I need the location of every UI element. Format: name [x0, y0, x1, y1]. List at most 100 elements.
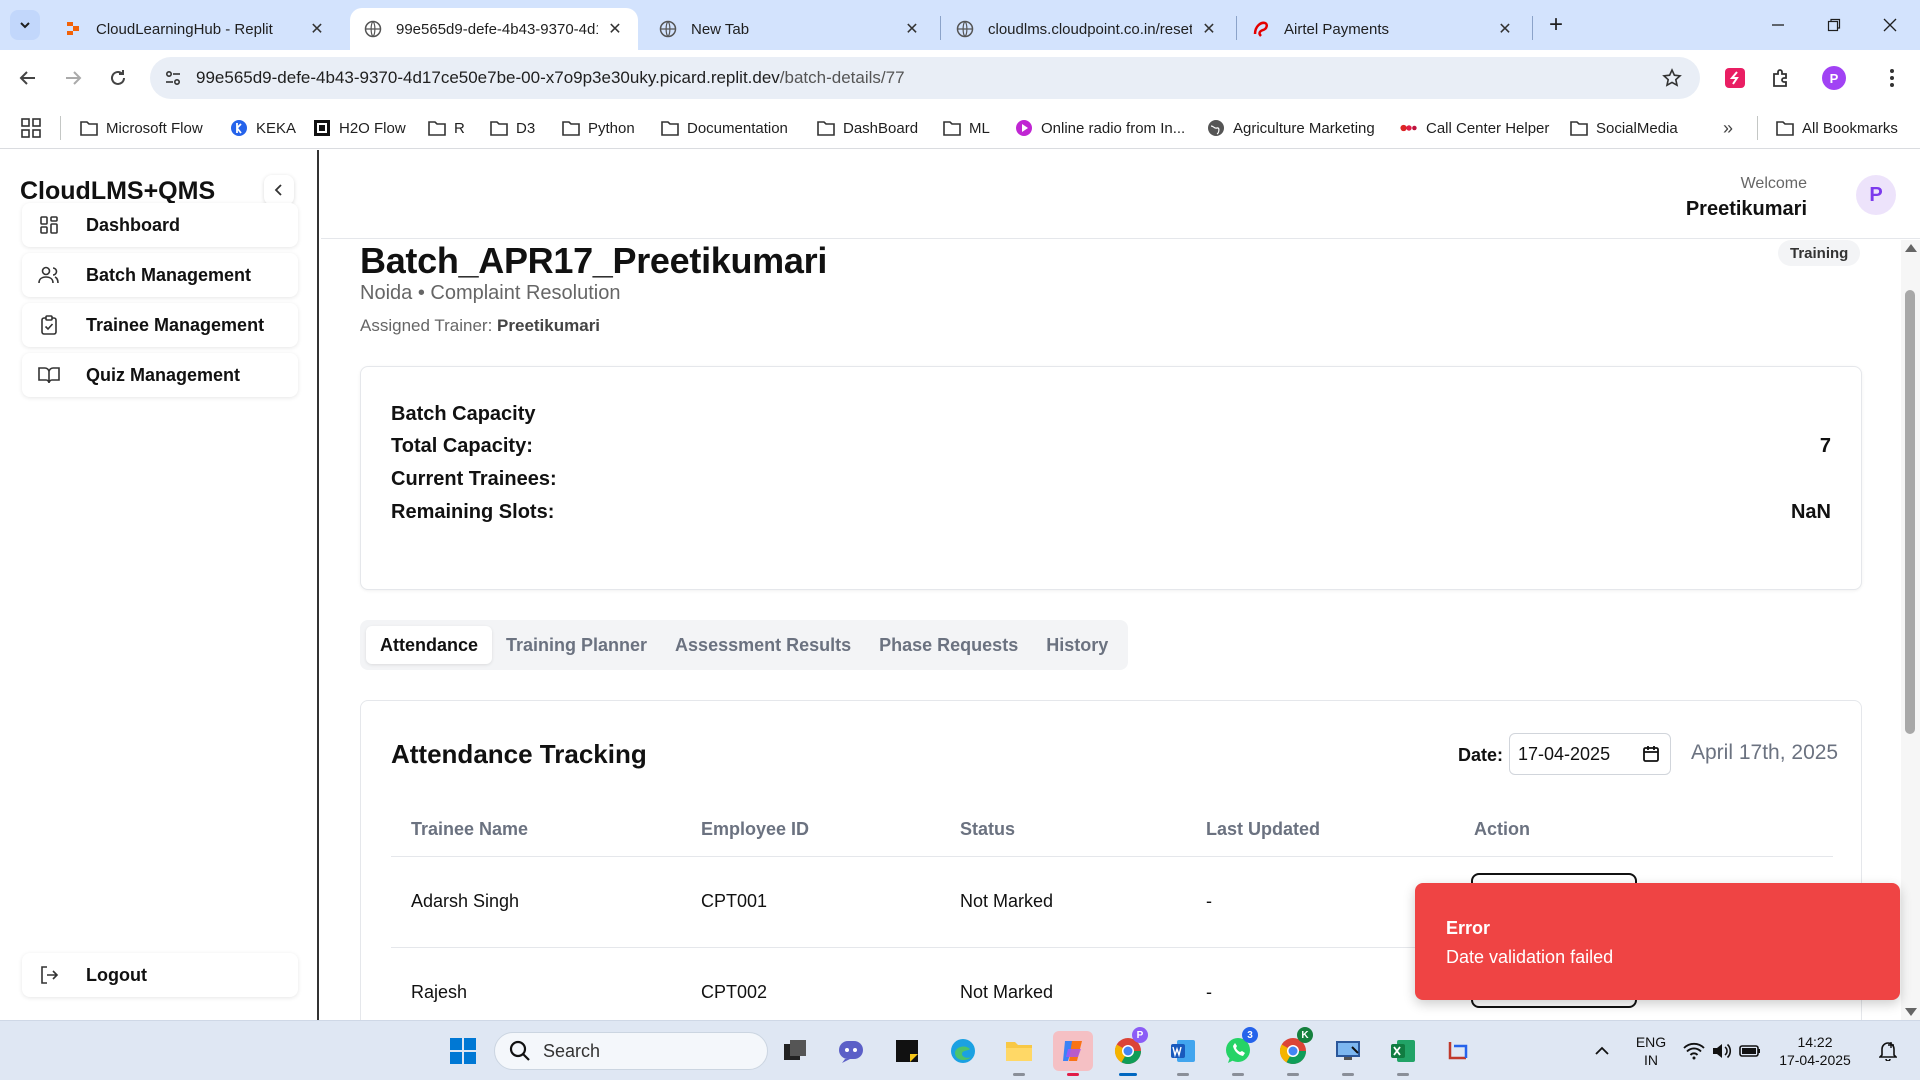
tab-phase-requests[interactable]: Phase Requests — [865, 626, 1032, 664]
sidebar-item-trainee-management[interactable]: Trainee Management — [22, 303, 298, 347]
scroll-up-arrow-icon[interactable] — [1905, 244, 1917, 252]
all-bookmarks-button[interactable]: All Bookmarks — [1776, 115, 1898, 141]
maximize-button[interactable] — [1814, 10, 1854, 40]
snipping-tool-button[interactable] — [1439, 1031, 1479, 1071]
show-hidden-icons-button[interactable] — [1582, 1031, 1622, 1071]
logout-button[interactable]: Logout — [22, 953, 298, 997]
dashboard-icon — [38, 214, 60, 236]
notifications-button[interactable] — [1868, 1031, 1908, 1071]
close-icon[interactable]: ✕ — [903, 20, 921, 38]
url-path: /batch-details/77 — [779, 68, 905, 87]
clock[interactable]: 14:22 17-04-2025 — [1772, 1033, 1858, 1069]
chrome-button[interactable]: P — [1108, 1027, 1148, 1071]
bookmark-keka[interactable]: KEKA — [230, 115, 296, 141]
sidebar-item-dashboard[interactable]: Dashboard — [22, 203, 298, 247]
bookmark-online-radio[interactable]: Online radio from In... — [1015, 115, 1185, 141]
remote-desktop-button[interactable] — [1328, 1031, 1368, 1071]
profile-button[interactable]: P — [1818, 62, 1850, 94]
bookmarks-bar: Microsoft Flow KEKA H2O Flow R D3 Python… — [0, 107, 1920, 149]
close-window-button[interactable] — [1870, 10, 1910, 40]
word-button[interactable] — [1163, 1031, 1203, 1071]
excel-button[interactable] — [1383, 1031, 1423, 1071]
sidebar-item-batch-management[interactable]: Batch Management — [22, 253, 298, 297]
region-code: IN — [1644, 1052, 1658, 1068]
reload-button[interactable] — [102, 62, 134, 94]
edge-button[interactable] — [943, 1031, 983, 1071]
bookmark-socialmedia[interactable]: SocialMedia — [1570, 115, 1678, 141]
tab-title: Airtel Payments — [1284, 20, 1390, 38]
tab-history[interactable]: History — [1032, 626, 1122, 664]
error-toast[interactable]: Error Date validation failed — [1415, 883, 1900, 1000]
language-indicator[interactable]: ENG IN — [1628, 1033, 1674, 1069]
taskbar-search[interactable]: Search — [494, 1032, 768, 1070]
teams-chat-button[interactable] — [831, 1031, 871, 1071]
task-view-button[interactable] — [775, 1031, 815, 1071]
bookmark-microsoft-flow[interactable]: Microsoft Flow — [80, 115, 203, 141]
site-info-icon[interactable] — [158, 63, 188, 93]
bookmark-star-icon[interactable] — [1660, 66, 1684, 90]
browser-tab-cloudlms[interactable]: cloudlms.cloudpoint.co.in/reset ✕ — [942, 8, 1232, 50]
callcenter-icon — [1400, 119, 1418, 137]
bookmark-r[interactable]: R — [428, 115, 465, 141]
close-icon[interactable]: ✕ — [308, 20, 326, 38]
copilot-button[interactable] — [1053, 1031, 1093, 1071]
user-avatar[interactable]: P — [1856, 175, 1896, 215]
whatsapp-button[interactable]: 3 — [1218, 1027, 1258, 1071]
bookmark-python[interactable]: Python — [562, 115, 635, 141]
browser-tab-airtel[interactable]: Airtel Payments ✕ — [1238, 8, 1528, 50]
tab-attendance[interactable]: Attendance — [366, 626, 493, 664]
tab-training-planner[interactable]: Training Planner — [492, 626, 661, 664]
bookmark-agriculture-marketing[interactable]: Agriculture Marketing — [1207, 115, 1375, 141]
back-button[interactable] — [12, 62, 44, 94]
bookmark-d3[interactable]: D3 — [490, 115, 535, 141]
brand-logo-text: CloudLMS+QMS — [20, 177, 216, 205]
bookmark-dashboard[interactable]: DashBoard — [817, 115, 918, 141]
page-scrollbar[interactable] — [1901, 240, 1920, 1020]
close-icon[interactable]: ✕ — [1200, 20, 1218, 38]
attendance-title: Attendance Tracking — [391, 739, 647, 769]
extension-button[interactable] — [1719, 62, 1751, 94]
scroll-down-arrow-icon[interactable] — [1905, 1008, 1917, 1016]
minimize-button[interactable] — [1758, 10, 1798, 40]
tab-search-button[interactable] — [10, 10, 40, 40]
browser-menu-button[interactable] — [1876, 62, 1908, 94]
start-button[interactable] — [443, 1031, 483, 1071]
tab-title: cloudlms.cloudpoint.co.in/reset — [988, 20, 1192, 38]
running-indicator — [1232, 1073, 1244, 1076]
bookmark-label: All Bookmarks — [1802, 119, 1898, 137]
chrome-profile-button[interactable]: K — [1273, 1027, 1313, 1071]
forward-button[interactable] — [57, 62, 89, 94]
file-explorer-button[interactable] — [999, 1031, 1039, 1071]
close-icon[interactable]: ✕ — [1496, 20, 1514, 38]
bookmark-call-center-helper[interactable]: Call Center Helper — [1400, 115, 1549, 141]
browser-tab-newtab[interactable]: New Tab ✕ — [645, 8, 935, 50]
bookmark-h2o-flow[interactable]: H2O Flow — [313, 115, 406, 141]
close-icon — [1883, 18, 1897, 32]
quick-settings-button[interactable] — [1677, 1031, 1767, 1071]
bookmarks-overflow-icon[interactable]: » — [1717, 117, 1739, 139]
browser-tab-replit[interactable]: CloudLearningHub - Replit ✕ — [50, 8, 340, 50]
collapse-sidebar-button[interactable] — [264, 175, 294, 205]
extensions-menu-button[interactable] — [1765, 62, 1797, 94]
scrollbar-thumb[interactable] — [1905, 290, 1915, 734]
calendar-icon[interactable] — [1642, 745, 1660, 763]
sidebar-item-quiz-management[interactable]: Quiz Management — [22, 353, 298, 397]
running-indicator — [1013, 1073, 1025, 1076]
browser-tab-active[interactable]: 99e565d9-defe-4b43-9370-4d1 ✕ — [350, 8, 638, 50]
apps-grid-icon[interactable] — [20, 117, 42, 139]
bookmark-ml[interactable]: ML — [943, 115, 990, 141]
capacity-row-remaining: Remaining Slots: NaN — [391, 497, 1831, 527]
chevron-down-icon — [20, 22, 30, 29]
close-icon[interactable]: ✕ — [606, 20, 624, 38]
running-indicator — [1067, 1073, 1079, 1076]
capacity-row-current: Current Trainees: — [391, 464, 1831, 494]
batch-capacity-card: Batch Capacity Total Capacity: 7 Current… — [360, 366, 1862, 590]
bookmark-documentation[interactable]: Documentation — [661, 115, 788, 141]
address-bar[interactable]: 99e565d9-defe-4b43-9370-4d17ce50e7be-00-… — [150, 57, 1700, 99]
date-input[interactable]: 17-04-2025 — [1509, 733, 1671, 775]
replit-icon — [64, 20, 82, 38]
sticky-notes-button[interactable] — [887, 1031, 927, 1071]
capacity-title: Batch Capacity — [391, 403, 536, 425]
new-tab-button[interactable]: + — [1543, 11, 1569, 38]
tab-assessment-results[interactable]: Assessment Results — [661, 626, 865, 664]
